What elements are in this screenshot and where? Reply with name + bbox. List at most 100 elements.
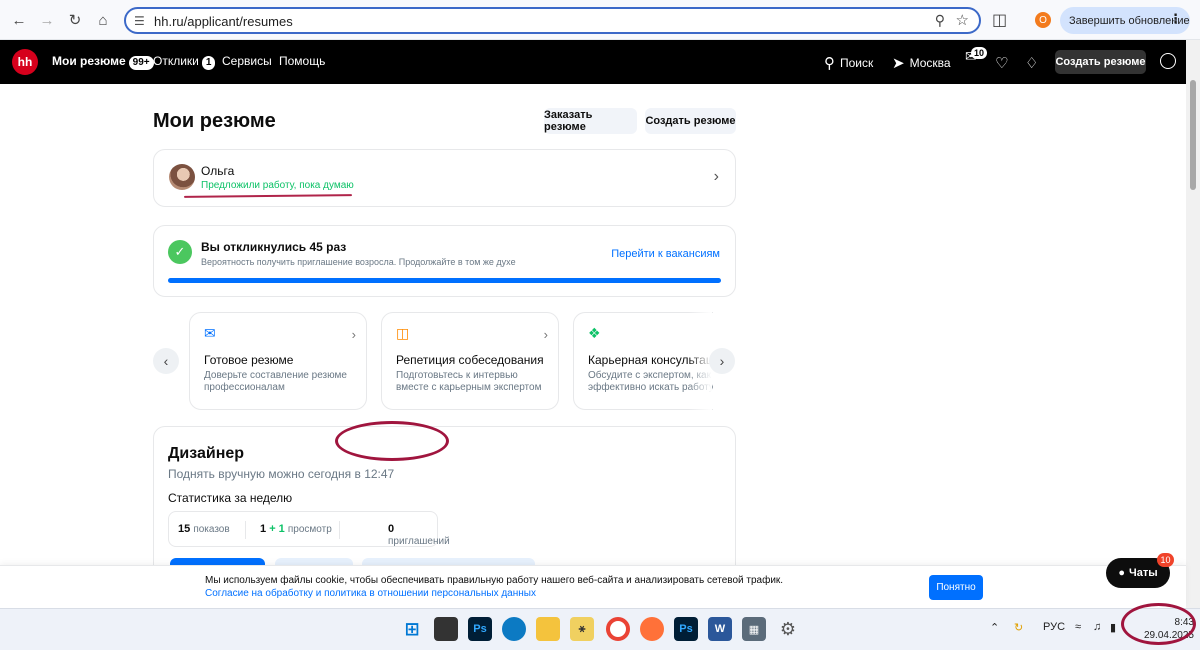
create-resume-header-button[interactable]: Создать резюме (1055, 50, 1146, 74)
settings-gear-icon[interactable]: ⚙ (776, 617, 800, 641)
language-indicator[interactable]: РУС (1043, 621, 1065, 633)
scrollbar-thumb[interactable] (1190, 80, 1196, 190)
user-account-icon[interactable] (1160, 53, 1176, 69)
update-button[interactable]: Завершить обновление ⋮ (1060, 7, 1190, 34)
nav-badge: 99+ (128, 56, 154, 70)
browser-toolbar: ← → ↻ ⌂ ☰ hh.ru/applicant/resumes ⚲ ☆ ◫ … (0, 0, 1200, 40)
stats-box: 15 показов 1 + 1 просмотр 0 приглашений (168, 511, 450, 547)
city-link[interactable]: ➤ Москва (892, 54, 951, 72)
responses-card: ✓ Вы откликнулись 45 раз Вероятность пол… (153, 225, 736, 297)
divider (339, 521, 340, 539)
chevron-right-icon: › (713, 168, 719, 185)
accept-cookies-button[interactable]: Понятно (929, 575, 983, 600)
stat-value: 1 (260, 523, 267, 535)
page-title: Мои резюме (153, 110, 276, 132)
bookmark-star-icon[interactable]: ☆ (956, 11, 969, 29)
menu-dots-icon[interactable]: ⋮ (1169, 11, 1182, 27)
photoshop-icon[interactable]: Ps (468, 617, 492, 641)
annotation-circle (335, 421, 449, 461)
photoshop-icon[interactable]: Ps (674, 617, 698, 641)
site-info-icon[interactable]: ☰ (134, 14, 145, 28)
profile-name: Ольга (201, 164, 235, 178)
nav-label: Отклики (153, 54, 199, 68)
edge-icon[interactable] (502, 617, 526, 641)
privacy-policy-link[interactable]: Согласие на обработку и политика в отнош… (205, 588, 536, 599)
back-icon[interactable]: ← (8, 9, 30, 31)
create-resume-button[interactable]: Создать резюме (645, 108, 736, 134)
reload-icon[interactable]: ↻ (64, 9, 86, 31)
chrome-icon[interactable] (606, 617, 630, 641)
stat-delta: + 1 (269, 523, 285, 535)
nav-label: Мои резюме (52, 54, 126, 68)
video-camera-icon: ◫ (396, 325, 410, 341)
divider (245, 521, 246, 539)
firefox-icon[interactable] (640, 617, 664, 641)
carousel-next-button[interactable]: › (709, 348, 735, 374)
search-link[interactable]: ⚲ Поиск (824, 54, 873, 72)
task-view-icon[interactable] (434, 617, 458, 641)
cookie-banner: Мы используем файлы cookie, чтобы обеспе… (0, 565, 1186, 608)
file-explorer-icon[interactable] (536, 617, 560, 641)
stat-shows: 15 показов (178, 523, 230, 535)
forward-icon[interactable]: → (36, 9, 58, 31)
nav-badge: 1 (201, 56, 216, 70)
sync-icon[interactable]: ↻ (1014, 621, 1023, 634)
service-title: Готовое резюме (204, 353, 294, 367)
favorites-icon[interactable]: ♡ (995, 54, 1008, 72)
raise-info: Поднять вручную можно сегодня в 12:47 (168, 467, 395, 481)
windows-start-icon[interactable]: ⊞ (400, 617, 424, 641)
hh-logo[interactable]: hh (12, 49, 38, 75)
nav-responses[interactable]: Отклики 1 (153, 54, 216, 70)
chat-bubbles-icon: ❖ (588, 325, 601, 341)
location-arrow-icon: ➤ (892, 55, 905, 72)
notifications-icon[interactable]: ♢ (1025, 54, 1038, 72)
url-text: hh.ru/applicant/resumes (154, 14, 293, 29)
battery-icon[interactable]: ▮ (1110, 621, 1116, 634)
wifi-icon[interactable]: ≈ (1075, 621, 1081, 633)
calculator-icon[interactable]: ▦ (742, 617, 766, 641)
zoom-icon[interactable]: ⚲ (935, 12, 945, 29)
responses-title: Вы откликнулись 45 раз (201, 240, 347, 254)
lock-app-icon[interactable]: ⚹ (570, 617, 594, 641)
scrollbar[interactable] (1186, 40, 1200, 608)
profile-card[interactable]: Ольга Предложили работу, пока думаю › (153, 149, 736, 207)
profile-avatar[interactable]: О (1035, 12, 1051, 28)
carousel-prev-button[interactable]: ‹ (153, 348, 179, 374)
site-header: hh Мои резюме 99+ Отклики 1 Сервисы Помощь… (0, 40, 1186, 84)
responses-progress-bar (168, 278, 721, 283)
address-bar[interactable]: ☰ hh.ru/applicant/resumes ⚲ ☆ (124, 7, 981, 34)
main-content: Мои резюме Заказать резюме Создать резюм… (0, 84, 1186, 626)
responses-subtitle: Вероятность получить приглашение возросл… (201, 257, 516, 267)
search-label: Поиск (840, 56, 874, 70)
go-to-vacancies-link[interactable]: Перейти к вакансиям (611, 248, 720, 260)
chevron-right-icon: › (351, 327, 356, 342)
service-card[interactable]: ◫ › Репетиция собеседования Подготовьтес… (381, 312, 559, 410)
word-icon[interactable]: W (708, 617, 732, 641)
resume-title[interactable]: Дизайнер (168, 445, 244, 463)
service-card[interactable]: ✉ › Готовое резюме Доверьте составление … (189, 312, 367, 410)
extensions-icon[interactable]: ◫ (992, 10, 1007, 30)
chats-badge: 10 (1157, 553, 1174, 567)
stats-title: Статистика за неделю (168, 491, 293, 505)
service-desc: Доверьте составление резюме профессионал… (204, 370, 347, 393)
taskbar: ⊞ Ps ⚹ Ps W ▦ ⚙ ⌃ ↻ РУС ≈ ♫ ▮ 8:43 29.04… (0, 608, 1200, 650)
order-resume-button[interactable]: Заказать резюме (544, 108, 637, 134)
stat-value: 0 (388, 523, 395, 535)
cookie-text: Мы используем файлы cookie, чтобы обеспе… (205, 575, 784, 586)
nav-services[interactable]: Сервисы (222, 54, 272, 68)
annotation-circle (1121, 603, 1196, 645)
messages-badge: 10 (971, 47, 988, 59)
chevron-right-icon: › (543, 327, 548, 342)
stat-label: приглашений (388, 536, 450, 547)
annotation-underline (183, 194, 353, 198)
service-title: Репетиция собеседования (396, 353, 544, 367)
city-label: Москва (909, 56, 951, 70)
tray-chevron-icon[interactable]: ⌃ (990, 621, 999, 634)
checkmark-icon: ✓ (168, 240, 192, 264)
nav-my-resumes[interactable]: Мои резюме 99+ (52, 54, 154, 70)
volume-icon[interactable]: ♫ (1093, 621, 1101, 633)
stat-invites: 0 приглашений (388, 523, 450, 547)
service-desc: Подготовьтесь к интервью вместе с карьер… (396, 370, 542, 393)
nav-help[interactable]: Помощь (279, 54, 325, 68)
home-icon[interactable]: ⌂ (92, 9, 114, 31)
